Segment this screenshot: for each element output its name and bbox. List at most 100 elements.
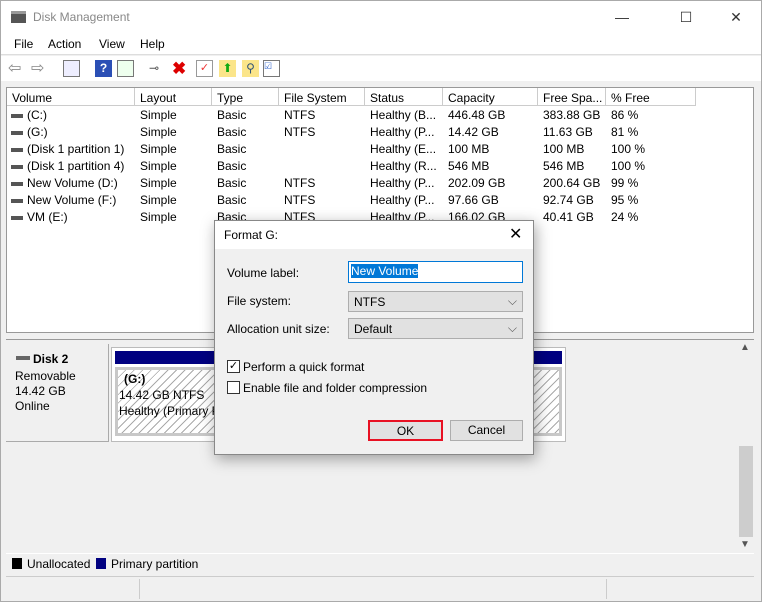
table-row[interactable]: (Disk 1 partition 4) Simple Basic Healthy (… — [7, 158, 753, 175]
table-row[interactable]: New Volume (D:) Simple Basic NTFS Healthy (P… — [7, 175, 753, 192]
table-cell: Basic — [217, 193, 247, 207]
disk-info[interactable]: Disk 2 Removable 14.42 GB Online — [6, 344, 109, 442]
forward-icon[interactable]: ⇨ — [31, 60, 48, 77]
column-file-system[interactable]: File System — [279, 88, 365, 106]
chevron-down-icon: ⌵ — [507, 294, 517, 308]
dialog-close-icon[interactable]: ✕ — [509, 224, 522, 244]
menu-help[interactable]: Help — [140, 37, 165, 51]
table-cell: Healthy (P... — [370, 176, 435, 190]
compression-label[interactable]: Enable file and folder compression — [243, 381, 427, 395]
table-row[interactable]: New Volume (F:) Simple Basic NTFS Healthy (P… — [7, 192, 753, 209]
table-cell: 202.09 GB — [448, 176, 506, 190]
column-status[interactable]: Status — [365, 88, 443, 106]
console-tree-icon[interactable] — [63, 60, 80, 77]
column-capacity[interactable]: Capacity — [443, 88, 538, 106]
table-cell: (C:) — [27, 108, 47, 122]
table-cell: 40.41 GB — [543, 210, 594, 224]
primary-swatch — [96, 558, 106, 569]
legend-unallocated: Unallocated — [27, 557, 91, 571]
table-cell: Simple — [140, 159, 177, 173]
column-volume[interactable]: Volume — [7, 88, 135, 106]
file-system-select[interactable]: NTFS ⌵ — [348, 291, 523, 312]
column-percent-free[interactable]: % Free — [606, 88, 696, 106]
scroll-up-icon[interactable]: ▲ — [740, 342, 750, 353]
menu-view[interactable]: View — [99, 37, 125, 51]
menu-action[interactable]: Action — [48, 37, 81, 51]
window-title: Disk Management — [33, 10, 130, 24]
scroll-down-icon[interactable]: ▼ — [740, 539, 750, 550]
menu-file[interactable]: File — [14, 37, 33, 51]
table-cell: New Volume (F:) — [27, 193, 117, 207]
folder-search-icon[interactable]: ⚲ — [242, 60, 259, 77]
table-cell: 546 MB — [543, 159, 585, 173]
minimize-button[interactable]: — — [599, 1, 645, 33]
table-cell: Healthy (R... — [370, 159, 437, 173]
partition-status: Healthy (Primary P — [119, 404, 220, 418]
checklist-icon[interactable]: ☑ — [263, 60, 280, 77]
quick-format-label[interactable]: Perform a quick format — [243, 360, 364, 374]
compression-checkbox[interactable] — [227, 381, 240, 394]
table-cell: Simple — [140, 210, 177, 224]
dialog-title-bar: Format G: ✕ — [215, 221, 533, 249]
table-cell: 383.88 GB — [543, 108, 601, 122]
legend: Unallocated Primary partition — [6, 553, 754, 573]
disk-icon — [16, 356, 30, 360]
alloc-select[interactable]: Default ⌵ — [348, 318, 523, 339]
column-free-space[interactable]: Free Spa... — [538, 88, 606, 106]
table-cell: 546 MB — [448, 159, 490, 173]
table-cell: VM (E:) — [27, 210, 68, 224]
file-system-caption: File system: — [227, 294, 292, 308]
table-cell: Healthy (P... — [370, 125, 435, 139]
table-cell: Basic — [217, 125, 247, 139]
column-layout[interactable]: Layout — [135, 88, 212, 106]
partition-name: (G:) — [124, 372, 146, 386]
table-cell: Simple — [140, 108, 177, 122]
volume-label-input[interactable]: New Volume — [348, 261, 523, 283]
table-row[interactable]: (G:) Simple Basic NTFS Healthy (P... 14.42 GB… — [7, 124, 753, 141]
close-button[interactable]: ✕ — [713, 1, 759, 33]
maximize-button[interactable]: ☐ — [663, 1, 709, 33]
table-cell: 100 % — [611, 142, 646, 156]
table-cell: NTFS — [284, 108, 316, 122]
table-cell: (Disk 1 partition 4) — [27, 159, 125, 173]
title-bar: Disk Management — ☐ ✕ — [1, 1, 761, 33]
ok-button[interactable]: OK — [368, 420, 443, 441]
format-dialog: Format G: ✕ Volume label: New Volume Fil… — [214, 220, 534, 455]
cancel-button[interactable]: Cancel — [450, 420, 523, 441]
table-cell: 14.42 GB — [448, 125, 499, 139]
back-icon[interactable]: ⇦ — [8, 60, 25, 77]
table-cell: NTFS — [284, 125, 316, 139]
table-cell: 81 % — [611, 125, 639, 139]
table-cell: Simple — [140, 193, 177, 207]
scroll-thumb[interactable] — [739, 446, 753, 537]
table-cell: 200.64 GB — [543, 176, 601, 190]
table-cell: New Volume (D:) — [27, 176, 118, 190]
status-bar — [6, 576, 754, 599]
connect-disk-icon[interactable]: ⊸ — [149, 60, 166, 77]
table-cell: Healthy (E... — [370, 142, 437, 156]
table-cell: 100 MB — [448, 142, 490, 156]
properties-icon[interactable]: ✓ — [196, 60, 213, 77]
table-row[interactable]: (Disk 1 partition 1) Simple Basic Healthy (… — [7, 141, 753, 158]
menu-bar: File Action View Help — [1, 33, 761, 55]
folder-up-icon[interactable]: ⬆ — [219, 60, 236, 77]
table-cell: 100 MB — [543, 142, 585, 156]
disk-name: Disk 2 — [33, 352, 69, 366]
file-system-value: NTFS — [354, 295, 386, 309]
table-cell: 99 % — [611, 176, 639, 190]
help-icon[interactable]: ? — [95, 60, 112, 77]
table-cell: Simple — [140, 142, 177, 156]
action-pane-icon[interactable] — [117, 60, 134, 77]
table-cell: Healthy (B... — [370, 108, 437, 122]
vertical-scrollbar[interactable]: ▲ ▼ — [738, 342, 753, 552]
table-cell: 92.74 GB — [543, 193, 594, 207]
table-cell: 100 % — [611, 159, 646, 173]
toolbar: ⇦ ⇨ ? ⊸ ✖ ✓ ⬆ ⚲ ☑ — [1, 56, 761, 81]
alloc-caption: Allocation unit size: — [227, 322, 330, 336]
column-type[interactable]: Type — [212, 88, 279, 106]
table-cell: (G:) — [27, 125, 48, 139]
quick-format-checkbox[interactable]: ✓ — [227, 360, 240, 373]
table-row[interactable]: (C:) Simple Basic NTFS Healthy (B... 446.48 G… — [7, 107, 753, 124]
delete-icon[interactable]: ✖ — [172, 60, 189, 77]
table-cell: 11.63 GB — [543, 125, 593, 139]
